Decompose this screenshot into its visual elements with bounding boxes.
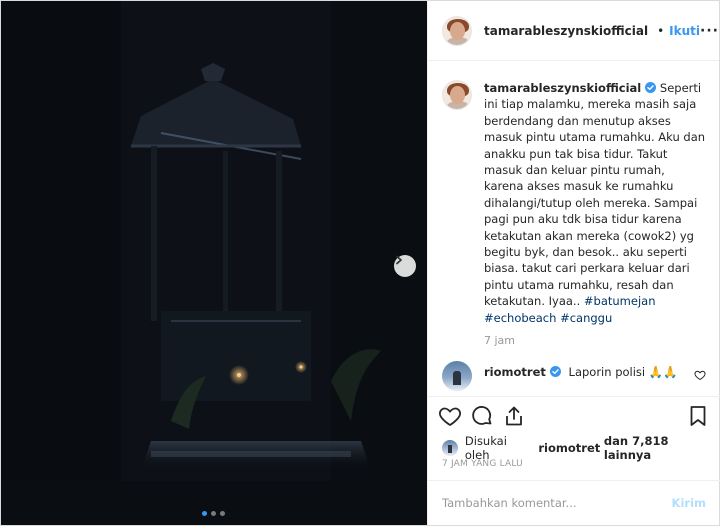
avatar[interactable] (442, 440, 458, 456)
hashtag-link[interactable]: #echobeach (484, 311, 556, 325)
add-comment-bar: Kirim (428, 480, 720, 525)
night-scene-image (1, 1, 427, 525)
heart-icon[interactable] (694, 369, 706, 381)
likes-prefix: Disukai oleh (464, 434, 507, 462)
separator-dot: • (657, 23, 665, 38)
avatar[interactable] (442, 361, 472, 392)
caption-username[interactable]: tamarableszynskiofficial (484, 81, 641, 95)
header-username[interactable]: tamarableszynskiofficial (484, 24, 648, 38)
post-comment-button[interactable]: Kirim (672, 496, 706, 510)
verified-icon (549, 366, 561, 378)
more-options-button[interactable]: ··· (700, 23, 719, 39)
post-side-panel: tamarableszynskiofficial • Ikuti ··· tam… (427, 1, 720, 525)
caption-text: tamarableszynskiofficial Seperti ini tia… (484, 80, 706, 326)
comment-item: riomotret Laporin polisi 🙏🙏 (442, 361, 706, 392)
post-photo[interactable] (1, 1, 427, 525)
post-timestamp: 7 JAM YANG LALU (442, 459, 523, 469)
caption-body: Seperti ini tiap malamku, mereka masih s… (484, 81, 706, 309)
action-bar (428, 396, 720, 428)
hashtag-link[interactable]: #canggu (560, 311, 612, 325)
hashtag-link[interactable]: #batumejan (584, 294, 656, 308)
comment-icon[interactable] (470, 404, 494, 428)
avatar[interactable] (442, 15, 472, 46)
comment-username[interactable]: riomotret (484, 365, 546, 379)
follow-button[interactable]: Ikuti (669, 24, 700, 38)
comment-body: Laporin polisi 🙏🙏 (568, 365, 678, 380)
carousel-indicator (202, 511, 225, 516)
caption-timestamp: 7 jam (484, 334, 516, 348)
next-photo-button[interactable] (394, 255, 416, 277)
heart-icon[interactable] (438, 404, 462, 428)
avatar[interactable] (442, 80, 472, 110)
carousel-dot (220, 511, 225, 516)
share-icon[interactable] (502, 404, 526, 428)
bookmark-icon[interactable] (686, 404, 710, 428)
carousel-dot (202, 511, 207, 516)
comment-text: riomotret Laporin polisi 🙏🙏 (484, 361, 686, 381)
verified-icon (645, 82, 657, 93)
post-header: tamarableszynskiofficial • Ikuti ··· (428, 1, 719, 61)
caption: tamarableszynskiofficial Seperti ini tia… (442, 80, 706, 326)
likes-summary: Disukai oleh riomotret dan 7,818 lainnya (442, 434, 719, 462)
comments-section: tamarableszynskiofficial Seperti ini tia… (428, 62, 720, 396)
carousel-dot (211, 511, 216, 516)
comment-input[interactable] (442, 496, 672, 510)
chevron-right-icon (396, 255, 402, 265)
likes-user[interactable]: riomotret (538, 441, 600, 455)
likes-count[interactable]: dan 7,818 lainnya (604, 434, 719, 462)
